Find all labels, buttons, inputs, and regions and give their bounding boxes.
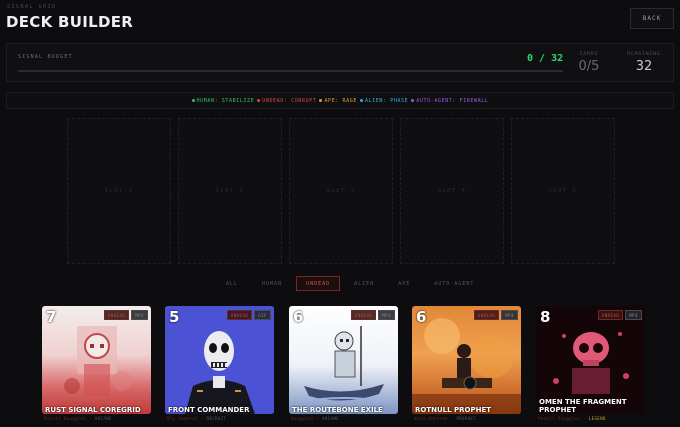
page-subtitle: SIGNAL GRID xyxy=(7,4,57,10)
media-type-badge: MP4 xyxy=(501,310,518,320)
remaining-stat-value: 32 xyxy=(635,59,653,74)
legend-item-auto-agent: AUTO-AGENT: FIREWALL xyxy=(411,98,488,104)
filter-tab-human[interactable]: HUMAN xyxy=(252,276,292,291)
card-cost: 6 xyxy=(416,308,427,326)
card-meta: Sly General · RECRUIT xyxy=(167,416,227,421)
back-button[interactable]: BACK xyxy=(630,8,674,29)
card-name: OMEN THE FRAGMENT PROPHET xyxy=(539,398,627,414)
ape-dot-icon xyxy=(319,99,323,102)
remaining-stat-label: REMAINING xyxy=(627,52,661,57)
card-cost: 5 xyxy=(169,308,180,326)
page-title: DECK BUILDER xyxy=(6,13,134,31)
faction-filter-tabs: ALL HUMAN UNDEAD ALIEN APE AUTO-AGENT xyxy=(216,276,484,291)
cards-stat: CARDS 0/5 xyxy=(574,52,604,74)
card-meta: Pencil Snuggles · ARCANE xyxy=(44,416,112,421)
faction-badge: UNDEAD xyxy=(597,310,624,320)
deck-slot-5[interactable]: SLOT 5 xyxy=(511,118,615,264)
filter-tab-ape[interactable]: APE xyxy=(388,276,420,291)
deck-slot-4[interactable]: SLOT 4 xyxy=(400,118,504,264)
legend-item-undead: UNDEAD: CORRUPT xyxy=(257,98,316,104)
human-dot-icon xyxy=(191,99,195,102)
card-badges: UNDEAD MPG xyxy=(103,310,148,320)
faction-badge: UNDEAD xyxy=(226,310,253,320)
card-badges: UNDEAD MP4 xyxy=(473,310,518,320)
card-badges: UNDEAD GIF xyxy=(226,310,271,320)
card-name: ROTNULL PROPHET xyxy=(415,406,492,414)
media-type-badge: MP4 xyxy=(378,310,395,320)
legend-item-alien: ALIEN: PHASE xyxy=(359,98,408,104)
faction-badge: UNDEAD xyxy=(103,310,130,320)
card-rust-signal-coregrid[interactable]: 7 UNDEAD MPG RUST SIGNAL COREGRID xyxy=(42,306,151,414)
card-name: RUST SIGNAL COREGRID xyxy=(45,406,141,414)
cards-stat-value: 0/5 xyxy=(578,59,600,74)
filter-tab-auto-agent[interactable]: AUTO-AGENT xyxy=(424,276,484,291)
auto-agent-dot-icon xyxy=(411,99,415,102)
card-the-routebone-exile[interactable]: 6 UNDEAD MP4 THE ROUTEBONE EXILE xyxy=(289,306,398,414)
legend-item-human: HUMAN: STABILIZE xyxy=(191,98,255,104)
signal-budget-bar xyxy=(18,70,563,72)
cards-stat-label: CARDS xyxy=(579,52,599,57)
card-art xyxy=(165,306,274,414)
media-type-badge: MP4 xyxy=(625,310,642,320)
card-front-commander[interactable]: 5 UNDEAD GIF FRONT COMMANDER xyxy=(165,306,274,414)
filter-tab-alien[interactable]: ALIEN xyxy=(344,276,384,291)
media-type-badge: MPG xyxy=(131,310,148,320)
card-name: FRONT COMMANDER xyxy=(168,406,250,414)
card-cost: 6 xyxy=(293,308,304,326)
signal-budget-label: SIGNAL BUDGET xyxy=(18,54,73,60)
filter-tab-undead[interactable]: UNDEAD xyxy=(296,276,341,291)
card-cost: 8 xyxy=(540,308,551,326)
signal-budget-value: 0 / 32 xyxy=(527,53,564,64)
card-name: THE ROUTEBONE EXILE xyxy=(292,406,383,414)
alien-dot-icon xyxy=(359,99,363,102)
card-meta: Void Veteran · PROPHET xyxy=(414,416,477,421)
card-omen-the-fragment-prophet[interactable]: 8 UNDEAD MP4 OMEN THE FRAGMENT PROPHET xyxy=(536,306,645,414)
card-art xyxy=(412,318,521,414)
deck-slot-2[interactable]: SLOT 2 xyxy=(178,118,282,264)
card-art xyxy=(64,326,132,396)
card-cost: 7 xyxy=(46,308,57,326)
media-type-badge: GIF xyxy=(254,310,271,320)
filter-tab-all[interactable]: ALL xyxy=(216,276,248,291)
card-meta: Pencil Snuggles · LEGEND xyxy=(538,416,606,421)
card-badges: UNDEAD MP4 xyxy=(350,310,395,320)
deck-slot-1[interactable]: SLOT 1 xyxy=(67,118,171,264)
faction-badge: UNDEAD xyxy=(473,310,500,320)
faction-badge: UNDEAD xyxy=(350,310,377,320)
remaining-stat: REMAINING 32 xyxy=(624,52,664,74)
card-meta: Snuggles · ARCANE xyxy=(291,416,339,421)
deck-slot-3[interactable]: SLOT 3 xyxy=(289,118,393,264)
legend-item-ape: APE: RAGE xyxy=(319,98,357,104)
undead-dot-icon xyxy=(257,99,261,102)
faction-legend: HUMAN: STABILIZE UNDEAD: CORRUPT APE: RA… xyxy=(6,92,674,109)
card-badges: UNDEAD MP4 xyxy=(597,310,642,320)
card-rotnull-prophet[interactable]: 6 UNDEAD MP4 ROTNULL PROPHET xyxy=(412,306,521,414)
card-art xyxy=(298,326,390,403)
signal-budget-panel: SIGNAL BUDGET 0 / 32 CARDS 0/5 REMAINING… xyxy=(6,43,674,82)
